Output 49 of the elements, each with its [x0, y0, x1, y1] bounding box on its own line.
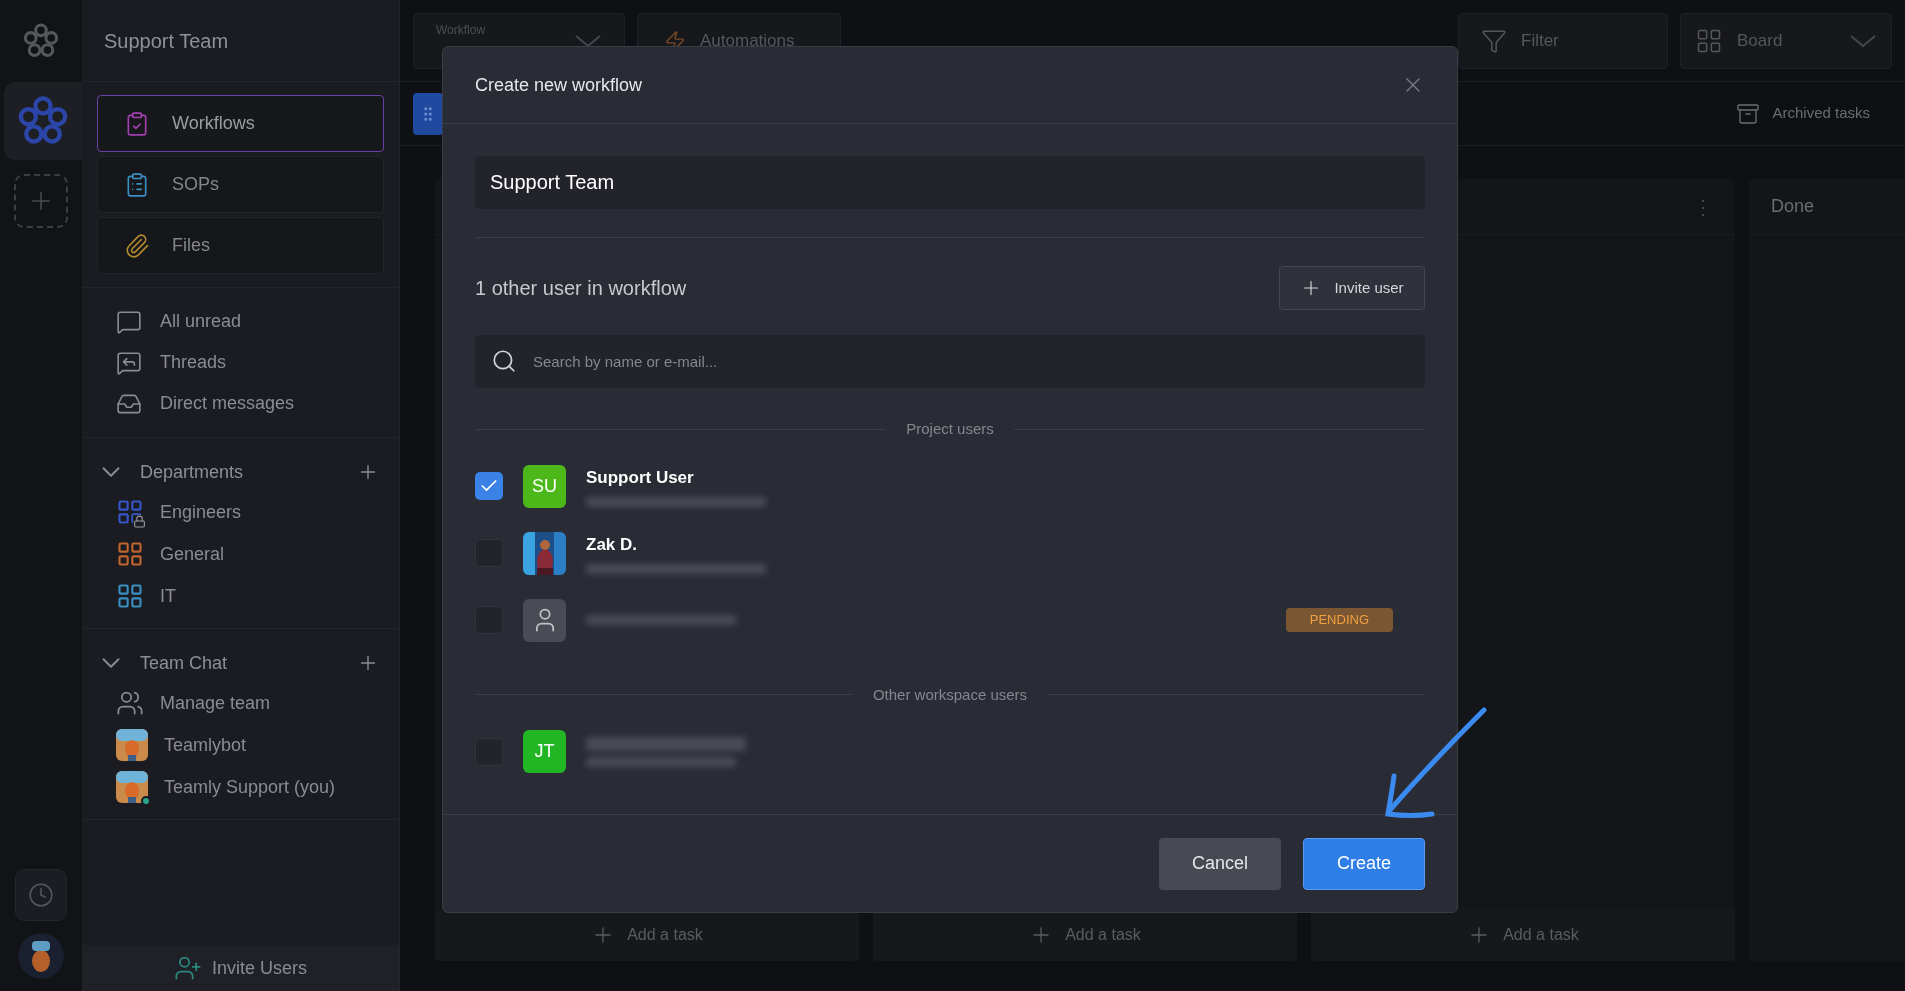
drag-handle[interactable]: [413, 92, 443, 135]
history-button[interactable]: [15, 869, 67, 921]
dialog-title: Create new workflow: [475, 73, 644, 97]
search-icon: [491, 348, 517, 374]
checkbox[interactable]: [475, 472, 503, 500]
nav-tab[interactable]: Files: [97, 217, 384, 274]
nav-tab[interactable]: Workflows: [97, 95, 384, 152]
sidebar-item[interactable]: IT: [116, 580, 385, 612]
team-title: Support Team: [104, 28, 229, 54]
create-button[interactable]: Create: [1303, 837, 1425, 890]
sidebar-link[interactable]: Threads: [116, 349, 365, 376]
group-heading: Other workspace users: [872, 684, 1028, 705]
user-name: Zak D.: [586, 534, 639, 557]
team-icon: [116, 689, 144, 717]
user-name: Support User: [586, 467, 695, 490]
user-avatar: JT: [523, 730, 566, 773]
nav-tab[interactable]: SOPs: [97, 156, 384, 213]
invite-user-button[interactable]: Invite user: [1279, 266, 1425, 310]
sidebar-link[interactable]: Direct messages: [116, 390, 365, 417]
add-user-icon: [174, 954, 202, 982]
user-avatar: [116, 771, 148, 803]
profile-avatar[interactable]: [18, 933, 64, 979]
paperclip-icon: [124, 232, 150, 259]
cancel-button[interactable]: Cancel: [1159, 837, 1281, 890]
archive-icon: [1736, 101, 1761, 126]
sidebar-item[interactable]: Teamly Support (you): [116, 771, 385, 803]
section-title: Team Chat: [140, 651, 229, 675]
sidebar-item[interactable]: General: [116, 538, 385, 570]
bot-avatar: [116, 729, 148, 761]
invite-users-button[interactable]: Invite Users: [82, 945, 399, 991]
sidebar-link[interactable]: All unread: [116, 308, 365, 335]
sidebar-item[interactable]: Teamlybot: [116, 729, 385, 761]
sidebar-item[interactable]: Manage team: [116, 687, 385, 719]
sidebar-item[interactable]: Engineers: [116, 496, 385, 528]
section-title: Departments: [140, 460, 245, 484]
workflow-name-field[interactable]: Support Team: [475, 156, 1425, 209]
chat-bubble-icon: [116, 308, 142, 335]
workspace-tile[interactable]: [4, 82, 82, 160]
search-field[interactable]: Search by name or e-mail...: [475, 335, 1425, 388]
status-badge: PENDING: [1285, 608, 1393, 632]
user-avatar: SU: [523, 464, 566, 508]
user-count: 1 other user in workflow: [475, 276, 688, 301]
reply-bubble-icon: [116, 349, 142, 376]
clock-icon: [28, 882, 54, 908]
app-logo: [22, 22, 60, 60]
chevron-icon: [1849, 33, 1877, 48]
archived-tasks-button[interactable]: Archived tasks: [1736, 101, 1892, 126]
group-heading: Project users: [906, 419, 994, 439]
column-title: Done: [1771, 195, 1816, 218]
